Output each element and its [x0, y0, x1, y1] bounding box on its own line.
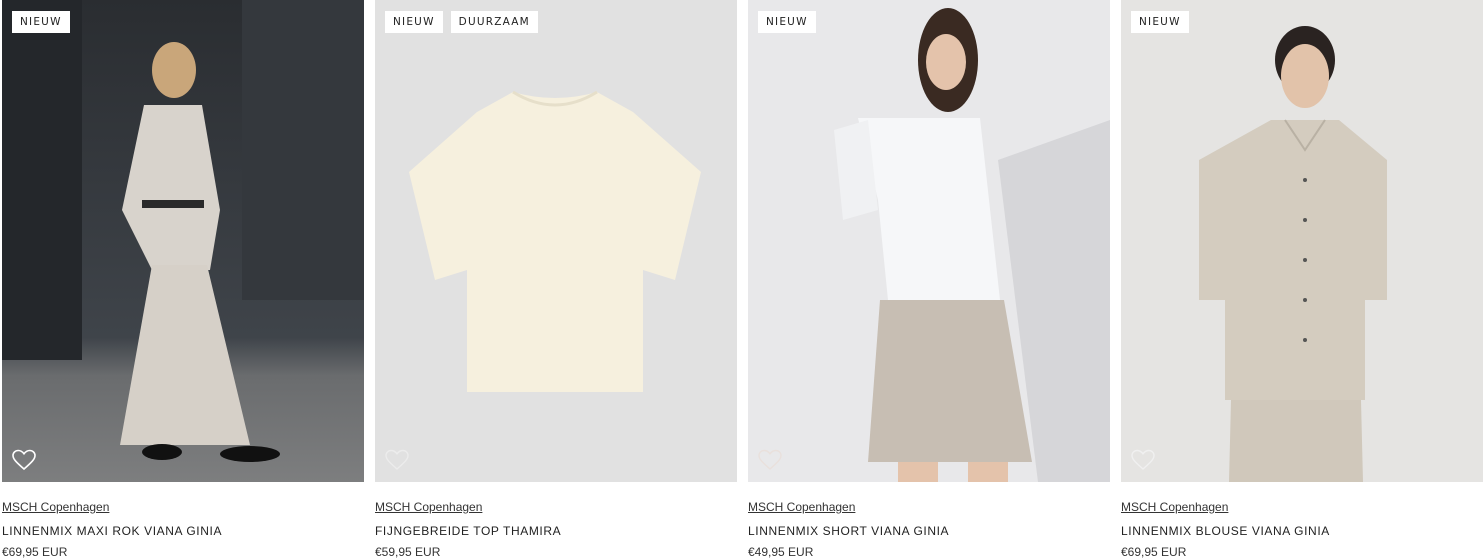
badge-sustainable: DUURZAAM	[450, 11, 538, 33]
heart-icon[interactable]	[1131, 449, 1155, 471]
product-photo-linen-short	[748, 0, 1110, 482]
heart-icon[interactable]	[758, 449, 782, 471]
product-brand-link[interactable]: MSCH Copenhagen	[748, 500, 855, 514]
product-name[interactable]: LINNENMIX MAXI ROK VIANA GINIA	[2, 524, 222, 538]
heart-icon[interactable]	[12, 449, 36, 471]
product-grid: NIEUW MSCH Copenhagen LINNENMIX MAXI ROK…	[0, 0, 1484, 560]
product-image[interactable]: NIEUW DUURZAAM	[375, 0, 737, 482]
product-brand-link[interactable]: MSCH Copenhagen	[375, 500, 482, 514]
product-photo-linen-blouse	[1121, 0, 1483, 482]
badge-new: NIEUW	[12, 11, 70, 33]
product-name[interactable]: FIJNGEBREIDE TOP THAMIRA	[375, 524, 561, 538]
product-price: €69,95 EUR	[1121, 545, 1187, 559]
product-name[interactable]: LINNENMIX SHORT VIANA GINIA	[748, 524, 949, 538]
product-photo-knit-top	[375, 0, 737, 482]
product-brand-link[interactable]: MSCH Copenhagen	[1121, 500, 1228, 514]
product-brand-link[interactable]: MSCH Copenhagen	[2, 500, 109, 514]
product-card[interactable]: NIEUW DUURZAAM MSCH Copenhagen FIJNGEBRE…	[375, 0, 737, 560]
badge-new: NIEUW	[385, 11, 443, 33]
product-image[interactable]: NIEUW	[748, 0, 1110, 482]
product-price: €49,95 EUR	[748, 545, 814, 559]
product-image[interactable]: NIEUW	[1121, 0, 1483, 482]
heart-icon[interactable]	[385, 449, 409, 471]
product-name[interactable]: LINNENMIX BLOUSE VIANA GINIA	[1121, 524, 1330, 538]
product-price: €59,95 EUR	[375, 545, 441, 559]
badge-list: NIEUW	[1131, 11, 1189, 33]
badge-list: NIEUW DUURZAAM	[385, 11, 538, 33]
product-card[interactable]: NIEUW MSCH Copenhagen LINNENMIX SHORT VI…	[748, 0, 1110, 560]
badge-new: NIEUW	[758, 11, 816, 33]
product-card[interactable]: NIEUW MSCH Copenhagen LINNENMIX BLOUSE V…	[1121, 0, 1483, 560]
badge-list: NIEUW	[758, 11, 816, 33]
badge-new: NIEUW	[1131, 11, 1189, 33]
product-price: €69,95 EUR	[2, 545, 68, 559]
product-photo-maxi-skirt	[2, 0, 364, 482]
product-card[interactable]: NIEUW MSCH Copenhagen LINNENMIX MAXI ROK…	[2, 0, 364, 560]
badge-list: NIEUW	[12, 11, 70, 33]
product-image[interactable]: NIEUW	[2, 0, 364, 482]
